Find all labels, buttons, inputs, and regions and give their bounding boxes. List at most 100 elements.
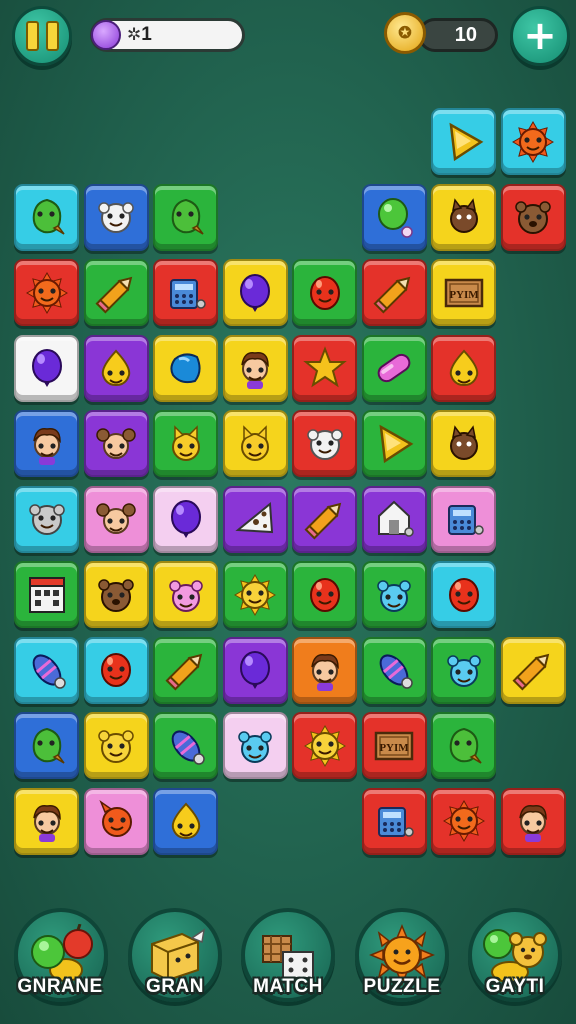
tile-pencil[interactable] [292, 485, 357, 553]
tile-red-face[interactable] [292, 259, 357, 326]
tile-mouse[interactable] [83, 410, 149, 477]
tile-red-creature[interactable] [83, 787, 149, 855]
tile-cheese[interactable] [222, 485, 288, 553]
tile-yellow-bear[interactable] [83, 712, 149, 779]
tile-egg-rocket[interactable] [361, 636, 427, 704]
tile-sun[interactable] [14, 259, 79, 326]
tile-yellow-drop[interactable] [431, 334, 496, 402]
tile-brown-bear[interactable] [500, 183, 566, 251]
tile-purple-balloon[interactable] [14, 334, 79, 402]
level-number: 1 [141, 24, 152, 45]
tile-boy[interactable] [500, 787, 566, 855]
tile-yellow-drop[interactable] [83, 334, 149, 402]
brown-cat-icon [449, 198, 478, 233]
tile-building[interactable] [14, 561, 79, 628]
tile-purple-balloon[interactable] [222, 259, 288, 326]
category-label-gayti: GAYTI [485, 976, 545, 997]
tile-pencil[interactable] [83, 259, 149, 326]
tile-leaf-creature[interactable] [14, 712, 79, 779]
mouse-icon [96, 503, 136, 534]
tile-sun-yellow[interactable] [222, 561, 288, 628]
crate-label: PYIM [379, 742, 409, 754]
tile-crate[interactable]: PYIM [431, 259, 496, 326]
tile-green-balloon[interactable] [361, 183, 427, 251]
tile-machine[interactable] [153, 259, 218, 326]
sun-icon [25, 271, 68, 314]
tile-boy[interactable] [292, 636, 357, 704]
tile-crate[interactable]: PYIM [361, 712, 427, 779]
crate-label: PYIM [449, 289, 479, 301]
tile-star[interactable] [292, 334, 357, 402]
tile-red-face[interactable] [83, 636, 149, 704]
tile-fluffy[interactable] [292, 410, 357, 477]
tile-leaf-creature[interactable] [153, 183, 218, 251]
crate-icon: PYIM [444, 278, 483, 307]
tile-leaf-creature[interactable] [14, 183, 79, 251]
category-label-match: MATCH [253, 976, 323, 997]
tile-sun[interactable] [500, 108, 566, 175]
tile-boy[interactable] [14, 410, 79, 477]
tile-egg-rocket[interactable] [14, 636, 79, 704]
tile-blue-gem[interactable] [153, 334, 218, 402]
tile-blue-creature[interactable] [431, 636, 496, 704]
tile-fluffy-gray[interactable] [14, 485, 79, 553]
tile-purple-balloon[interactable] [153, 485, 218, 553]
tile-red-face[interactable] [292, 561, 357, 628]
blue-creature-icon [377, 579, 411, 612]
tile-blue-creature[interactable] [222, 712, 288, 779]
tile-boy[interactable] [222, 334, 288, 402]
yellow-bear-icon [98, 729, 134, 763]
tile-yellow-cat[interactable] [153, 410, 218, 477]
pause-button[interactable] [12, 6, 72, 66]
triangle-icon [379, 424, 414, 463]
brown-bear-icon [515, 201, 551, 234]
tile-mouse[interactable] [83, 485, 149, 553]
tile-brown-bear[interactable] [83, 561, 149, 628]
boy-icon [310, 654, 339, 691]
purple-balloon-icon [170, 500, 201, 538]
brown-bear-icon [98, 578, 134, 612]
crate-icon: PYIM [374, 731, 414, 760]
add-coins-button[interactable]: + [510, 6, 570, 66]
red-face-icon [309, 275, 340, 310]
tile-red-face[interactable] [431, 561, 496, 628]
tile-sun[interactable] [431, 787, 496, 855]
tile-sun-yellow[interactable] [292, 712, 357, 779]
tile-triangle[interactable] [431, 108, 496, 175]
tile-yellow-drop[interactable] [153, 787, 218, 855]
pencil-icon [512, 653, 550, 691]
tile-pink-pill[interactable] [361, 334, 427, 402]
tile-purple-balloon[interactable] [222, 636, 288, 704]
red-face-icon [448, 577, 479, 612]
tile-yellow-cat[interactable] [222, 410, 288, 477]
building-icon [28, 576, 65, 613]
pencil-icon [95, 276, 133, 314]
blue-creature-icon [238, 730, 272, 763]
tile-triangle[interactable] [361, 410, 427, 477]
tile-blue-creature[interactable] [361, 561, 427, 628]
coin-counter: 10 [418, 18, 498, 52]
yellow-drop-icon [449, 349, 478, 387]
house-icon [378, 500, 414, 537]
tile-pencil[interactable] [500, 636, 566, 704]
purple-balloon-icon [240, 651, 270, 689]
tile-machine[interactable] [361, 787, 427, 855]
star-icon [302, 346, 347, 388]
tile-egg-rocket[interactable] [153, 712, 218, 779]
tile-boy[interactable] [14, 787, 79, 855]
yellow-cat-icon [171, 424, 200, 461]
tile-pink-creature[interactable] [153, 561, 218, 628]
leaf-creature-icon [171, 198, 204, 235]
tile-house[interactable] [361, 485, 427, 553]
sun-icon [511, 120, 555, 163]
purple-orb-icon [91, 20, 121, 50]
tile-fluffy[interactable] [83, 183, 149, 251]
tile-pencil[interactable] [153, 636, 218, 704]
tile-pencil[interactable] [361, 259, 427, 326]
yellow-drop-icon [101, 349, 131, 387]
red-creature-icon [99, 799, 132, 837]
tile-leaf-creature[interactable] [431, 712, 496, 779]
tile-machine[interactable] [431, 485, 496, 553]
tile-brown-cat[interactable] [431, 183, 496, 251]
tile-brown-cat[interactable] [431, 410, 496, 477]
